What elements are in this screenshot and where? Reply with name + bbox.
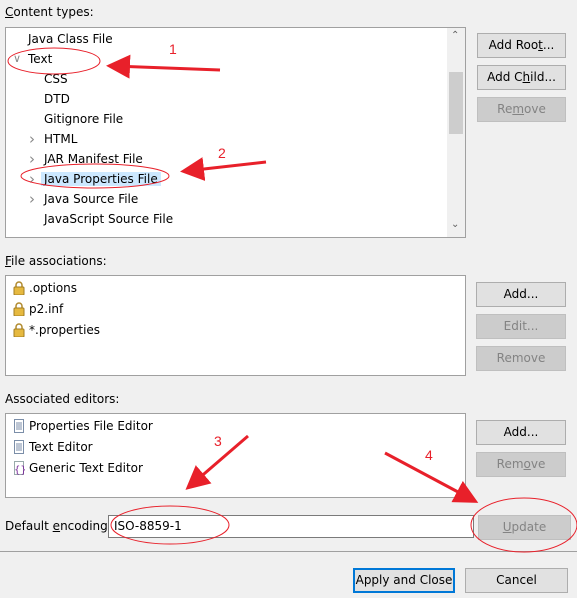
editor-item[interactable]: {} Generic Text Editor [13,458,143,478]
tree-item[interactable]: › Java Properties File [29,169,161,189]
default-encoding-input[interactable]: ISO-8859-1 [108,515,474,538]
default-encoding-label: Default encoding: [5,519,112,533]
editor-item[interactable]: Properties File Editor [13,416,153,436]
tree-item-label: JavaScript Source File [44,212,174,226]
file-association-item[interactable]: p2.inf [13,299,63,319]
file-association-item[interactable]: *.properties [13,320,100,340]
file-associations-label: File associations: [5,254,107,268]
add-child-button[interactable]: Add Child... [477,65,566,90]
tree-item[interactable]: Java Class File [28,29,113,49]
content-types-tree[interactable]: Java Class File ∨ Text CSS DTD Gitignore File… [5,27,466,238]
tree-scrollbar[interactable]: ⌃ ⌄ [447,28,465,237]
tree-item[interactable]: › JAR Manifest File [29,149,143,169]
tree-item[interactable]: Gitignore File [44,109,123,129]
chevron-right-icon[interactable]: › [29,189,35,209]
update-encoding-button[interactable]: Update [478,515,571,540]
scrollbar-thumb[interactable] [449,72,463,134]
content-types-preferences: Content types: Java Class File ∨ Text CSS DT… [0,0,577,598]
svg-text:{}: {} [14,465,25,475]
file-association-item[interactable]: .options [13,278,77,298]
associated-editors-list[interactable]: Properties File Editor Text Editor {} Gener… [5,413,466,498]
chevron-right-icon[interactable]: › [29,129,35,149]
tree-item-label: Text [28,52,53,66]
cancel-button[interactable]: Cancel [465,568,568,593]
remove-editor-button[interactable]: Remove [476,452,566,477]
tree-item-label: JAR Manifest File [44,152,143,166]
file-association-label: *.properties [29,323,101,337]
label-rest: ontent types: [13,5,94,19]
add-root-button[interactable]: Add Root... [477,33,566,58]
chevron-right-icon[interactable]: › [29,169,35,189]
tree-item-label: Java Source File [44,192,139,206]
chevron-down-icon[interactable]: ∨ [13,49,21,69]
tree-item[interactable]: › HTML [29,129,78,149]
file-association-label: .options [29,281,78,295]
editor-item[interactable]: Text Editor [13,437,93,457]
tree-item-label: Java Class File [28,32,113,46]
lock-icon [13,323,25,338]
label-rest: ile associations: [11,254,107,268]
chevron-right-icon[interactable]: › [29,149,35,169]
tree-item[interactable]: DTD [44,89,70,109]
file-association-label: p2.inf [29,302,64,316]
generic-editor-icon: {} [13,461,27,476]
remove-file-association-button[interactable]: Remove [476,346,566,371]
add-editor-button[interactable]: Add... [476,420,566,445]
content-types-label: Content types: [5,5,94,19]
tree-item[interactable]: CSS [44,69,68,89]
remove-content-type-button[interactable]: Remove [477,97,566,122]
scroll-down-icon[interactable]: ⌄ [451,219,459,230]
editor-label: Generic Text Editor [29,461,143,475]
scroll-up-icon[interactable]: ⌃ [451,30,459,41]
editor-label: Text Editor [29,440,93,454]
document-icon [13,440,25,454]
tree-item[interactable]: ∨ Text [13,49,53,69]
tree-item-label: DTD [44,92,70,106]
tree-item-label: HTML [44,132,78,146]
associated-editors-label: Associated editors: [5,392,120,406]
file-associations-list[interactable]: .options p2.inf *.properties [5,275,466,376]
lock-icon [13,302,25,317]
editor-label: Properties File Editor [29,419,153,433]
edit-file-association-button[interactable]: Edit... [476,314,566,339]
apply-and-close-button[interactable]: Apply and Close [353,568,455,593]
document-icon [13,419,25,433]
tree-item-label: CSS [44,72,68,86]
lock-icon [13,281,25,296]
tree-item[interactable]: › Java Source File [29,189,139,209]
separator [0,551,577,552]
tree-item-label: Gitignore File [44,112,124,126]
tree-item[interactable]: JavaScript Source File [44,209,173,229]
add-file-association-button[interactable]: Add... [476,282,566,307]
tree-item-label: Java Properties File [41,172,161,186]
